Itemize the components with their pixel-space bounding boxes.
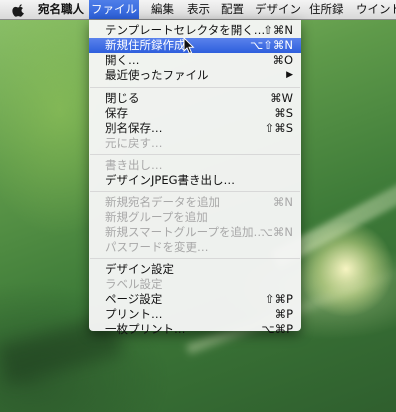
menu-item-new-address-book[interactable]: 新規住所録作成 ⌥⇧⌘N — [89, 38, 301, 53]
menubar-file[interactable]: ファイル — [89, 0, 139, 19]
menu-item-export: 書き出し… — [105, 158, 163, 172]
menu-item-print[interactable]: プリント… ⌘P — [89, 307, 301, 322]
menubar-design[interactable]: デザイン — [255, 0, 301, 19]
menu-item-add-smart-group: 新規スマートグループを追加… ⌥⌘N — [105, 225, 293, 239]
menu-item-recent-files[interactable]: 最近使ったファイル ▶ — [89, 68, 301, 83]
menu-item-add-address-data: 新規宛名データを追加 ⌘N — [105, 195, 293, 209]
menu-item-open[interactable]: 開く… ⌘O — [89, 53, 301, 68]
menu-item-label-settings: ラベル設定 — [105, 277, 163, 291]
mouse-pointer-icon — [183, 37, 195, 55]
menu-separator — [90, 258, 300, 259]
menu-item-add-group: 新規グループを追加 — [105, 210, 208, 224]
menubar-edit[interactable]: 編集 — [151, 0, 174, 19]
menu-item-save-as[interactable]: 別名保存… ⇧⌘S — [89, 121, 301, 136]
submenu-arrow-icon: ▶ — [286, 70, 293, 80]
apple-logo-icon[interactable] — [12, 3, 26, 17]
menu-separator — [90, 87, 300, 88]
menubar-app-name[interactable]: 宛名職人 — [38, 0, 84, 19]
menu-item-revert: 元に戻す… — [105, 136, 163, 150]
menu-item-print-one-sheet[interactable]: 一枚プリント… ⌥⌘P — [89, 322, 301, 336]
menu-separator — [90, 191, 300, 192]
menu-item-save[interactable]: 保存 ⌘S — [89, 106, 301, 121]
file-menu-dropdown: テンプレートセレクタを開く… ⇧⌘N 新規住所録作成 ⌥⇧⌘N 開く… ⌘O 最… — [89, 20, 301, 336]
menu-bar: 宛名職人 ファイル 編集 表示 配置 デザイン 住所録 ウインド — [0, 0, 396, 20]
menubar-address-book[interactable]: 住所録 — [309, 0, 344, 19]
menu-item-page-setup[interactable]: ページ設定 ⇧⌘P — [89, 292, 301, 307]
menubar-window[interactable]: ウインド — [356, 0, 396, 19]
menu-separator — [90, 154, 300, 155]
menu-item-close[interactable]: 閉じる ⌘W — [89, 91, 301, 106]
menu-item-open-template-selector[interactable]: テンプレートセレクタを開く… ⇧⌘N — [89, 23, 301, 38]
menu-item-change-password: パスワードを変更… — [105, 240, 209, 254]
menu-item-export-design-jpeg[interactable]: デザインJPEG書き出し… — [89, 173, 301, 188]
menu-item-design-settings[interactable]: デザイン設定 — [89, 262, 301, 277]
menubar-view[interactable]: 表示 — [187, 0, 210, 19]
menubar-arrange[interactable]: 配置 — [221, 0, 244, 19]
